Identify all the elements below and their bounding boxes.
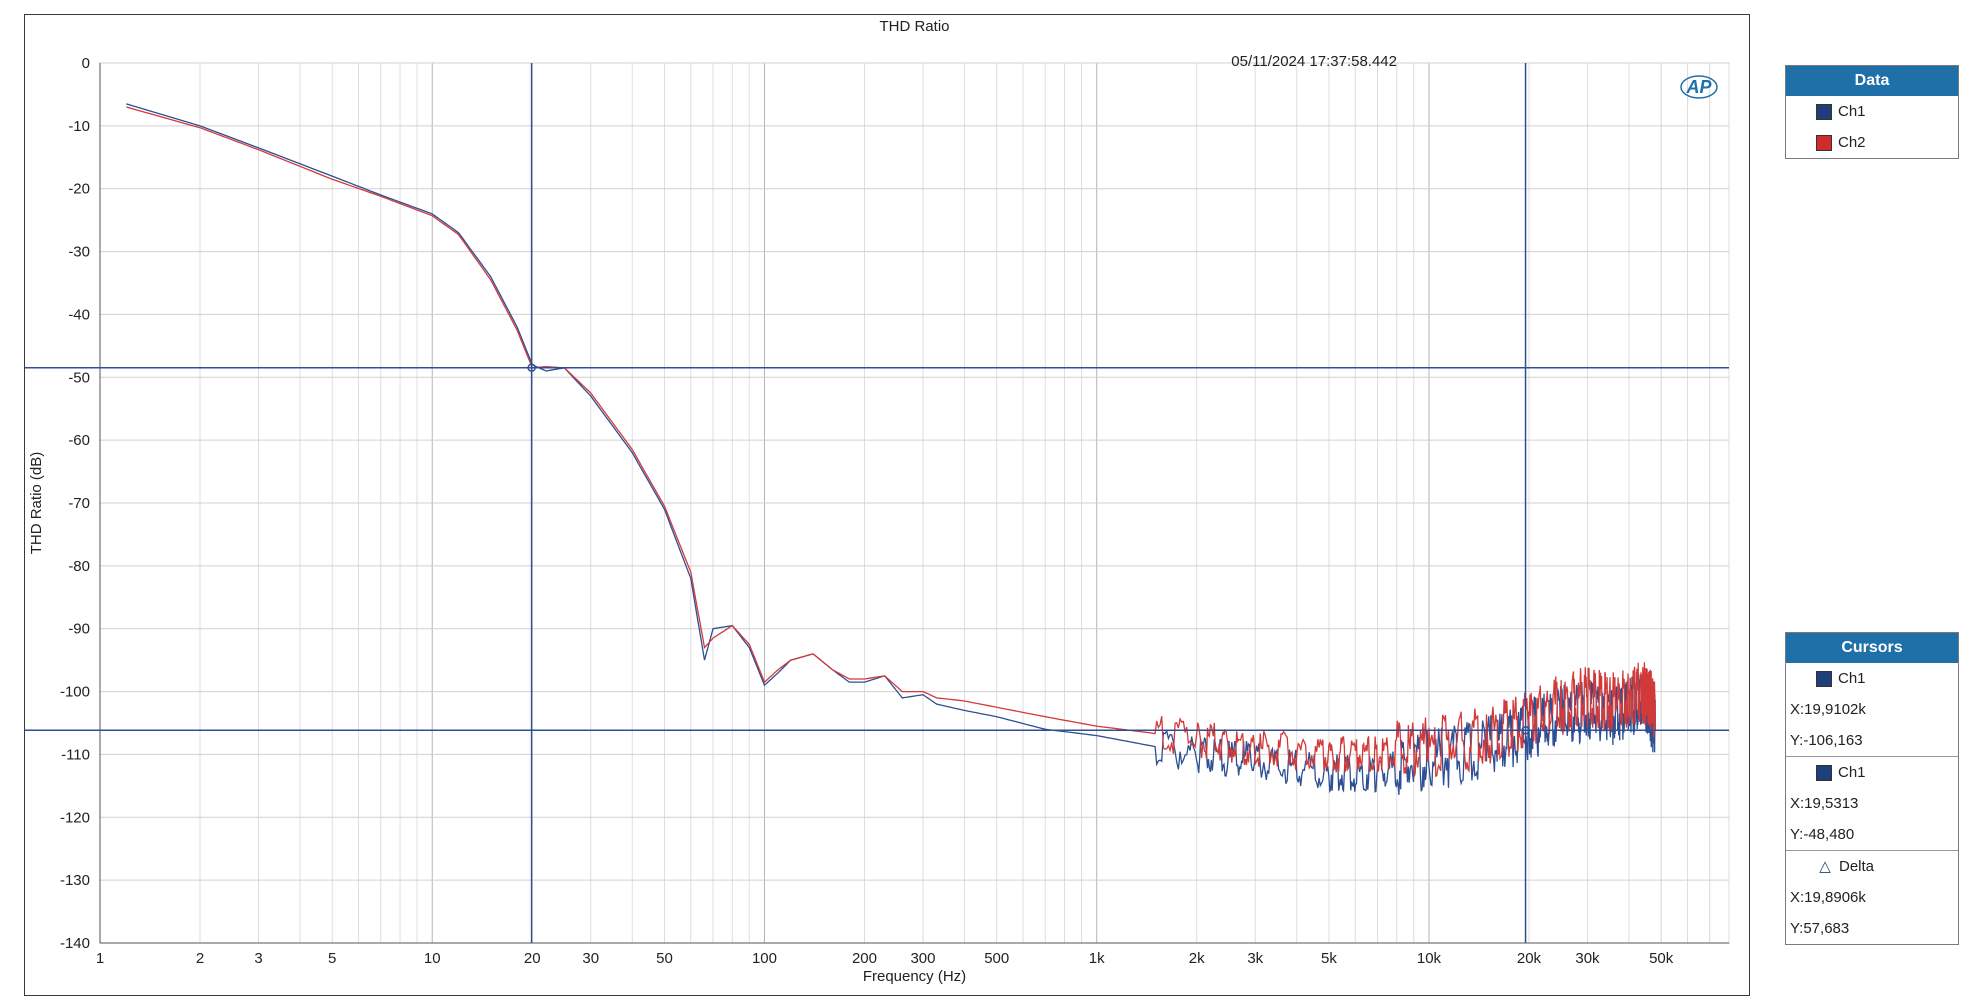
cursor1-y: Y:-106,163 [1790, 732, 1863, 749]
x-tick-label: 50k [1649, 950, 1674, 967]
chart-title: THD Ratio [879, 18, 949, 35]
x-tick-label: 1k [1089, 950, 1105, 967]
cursor2-title[interactable]: Ch1 [1786, 757, 1958, 788]
x-tick-label: 3 [254, 950, 262, 967]
legend-label-ch1: Ch1 [1838, 103, 1866, 120]
legend-item-ch1[interactable]: Ch1 [1786, 96, 1958, 127]
data-legend-panel: Data Ch1 Ch2 [1785, 65, 1959, 159]
y-tick-label: -50 [68, 369, 90, 386]
x-tick-label: 5 [328, 950, 336, 967]
y-tick-label: -100 [60, 684, 90, 701]
cursor2-label: Ch1 [1838, 764, 1866, 781]
x-tick-label: 100 [752, 950, 777, 967]
graph-frame: 0 -10 -20 -30 -40 -50 -60 -70 -80 -90 -100 -110 -120… [24, 14, 1750, 996]
x-tick-label: 20k [1517, 950, 1542, 967]
cursors-panel: Cursors Ch1 X:19,9102k Y:-106,163 Ch1 X:… [1785, 632, 1959, 945]
x-tick-label: 2 [196, 950, 204, 967]
cursor2-swatch [1816, 764, 1832, 781]
delta-x: X:19,8906k [1790, 889, 1866, 906]
ch2-color-swatch [1816, 134, 1832, 151]
timestamp: 05/11/2024 17:37:58.442 [1231, 53, 1397, 70]
legend-label-ch2: Ch2 [1838, 134, 1866, 151]
y-tick-label: -120 [60, 809, 90, 826]
x-tick-label: 50 [656, 950, 673, 967]
cursors-header: Cursors [1786, 633, 1958, 663]
cursor1-title[interactable]: Ch1 [1786, 663, 1958, 694]
x-tick-label: 30 [582, 950, 599, 967]
ch1-color-swatch [1816, 103, 1832, 120]
y-tick-label: -20 [68, 181, 90, 198]
y-tick-label: -80 [68, 558, 90, 575]
delta-title[interactable]: △ Delta [1786, 851, 1958, 882]
cursor2-y: Y:-48,480 [1790, 826, 1855, 843]
x-tick-label: 20 [524, 950, 541, 967]
x-tick-label: 2k [1189, 950, 1205, 967]
ap-logo: AP [1685, 77, 1712, 97]
x-axis-label: Frequency (Hz) [863, 968, 966, 985]
y-tick-label: -140 [60, 935, 90, 952]
y-tick-label: -110 [61, 746, 90, 763]
y-tick-label: 0 [82, 55, 90, 72]
delta-label: Delta [1839, 858, 1875, 875]
y-tick-label: -10 [68, 118, 90, 135]
x-tick-label: 10 [424, 950, 441, 967]
delta-icon: △ [1819, 858, 1831, 875]
cursor1-label: Ch1 [1838, 670, 1866, 687]
x-tick-label: 5k [1321, 950, 1337, 967]
x-tick-label: 1 [96, 950, 104, 967]
cursor1-swatch [1816, 670, 1832, 687]
legend-item-ch2[interactable]: Ch2 [1786, 127, 1958, 158]
y-axis-label: THD Ratio (dB) [28, 452, 45, 555]
x-tick-label: 30k [1575, 950, 1600, 967]
x-tick-label: 3k [1247, 950, 1263, 967]
x-tick-label: 500 [984, 950, 1009, 967]
thd-chart: 0 -10 -20 -30 -40 -50 -60 -70 -80 -90 -100 -110 -120… [25, 18, 1730, 985]
x-tick-label: 200 [852, 950, 877, 967]
y-tick-label: -60 [68, 432, 90, 449]
x-tick-label: 300 [910, 950, 935, 967]
y-tick-label: -130 [60, 872, 90, 889]
legend-header: Data [1786, 66, 1958, 96]
cursor1-x: X:19,9102k [1790, 701, 1866, 718]
delta-y: Y:57,683 [1790, 920, 1850, 937]
y-tick-label: -30 [68, 244, 90, 261]
x-tick-label: 10k [1417, 950, 1442, 967]
cursor2-x: X:19,5313 [1790, 795, 1859, 812]
y-tick-label: -40 [68, 306, 90, 323]
y-tick-label: -90 [68, 621, 90, 638]
y-tick-label: -70 [68, 495, 90, 512]
